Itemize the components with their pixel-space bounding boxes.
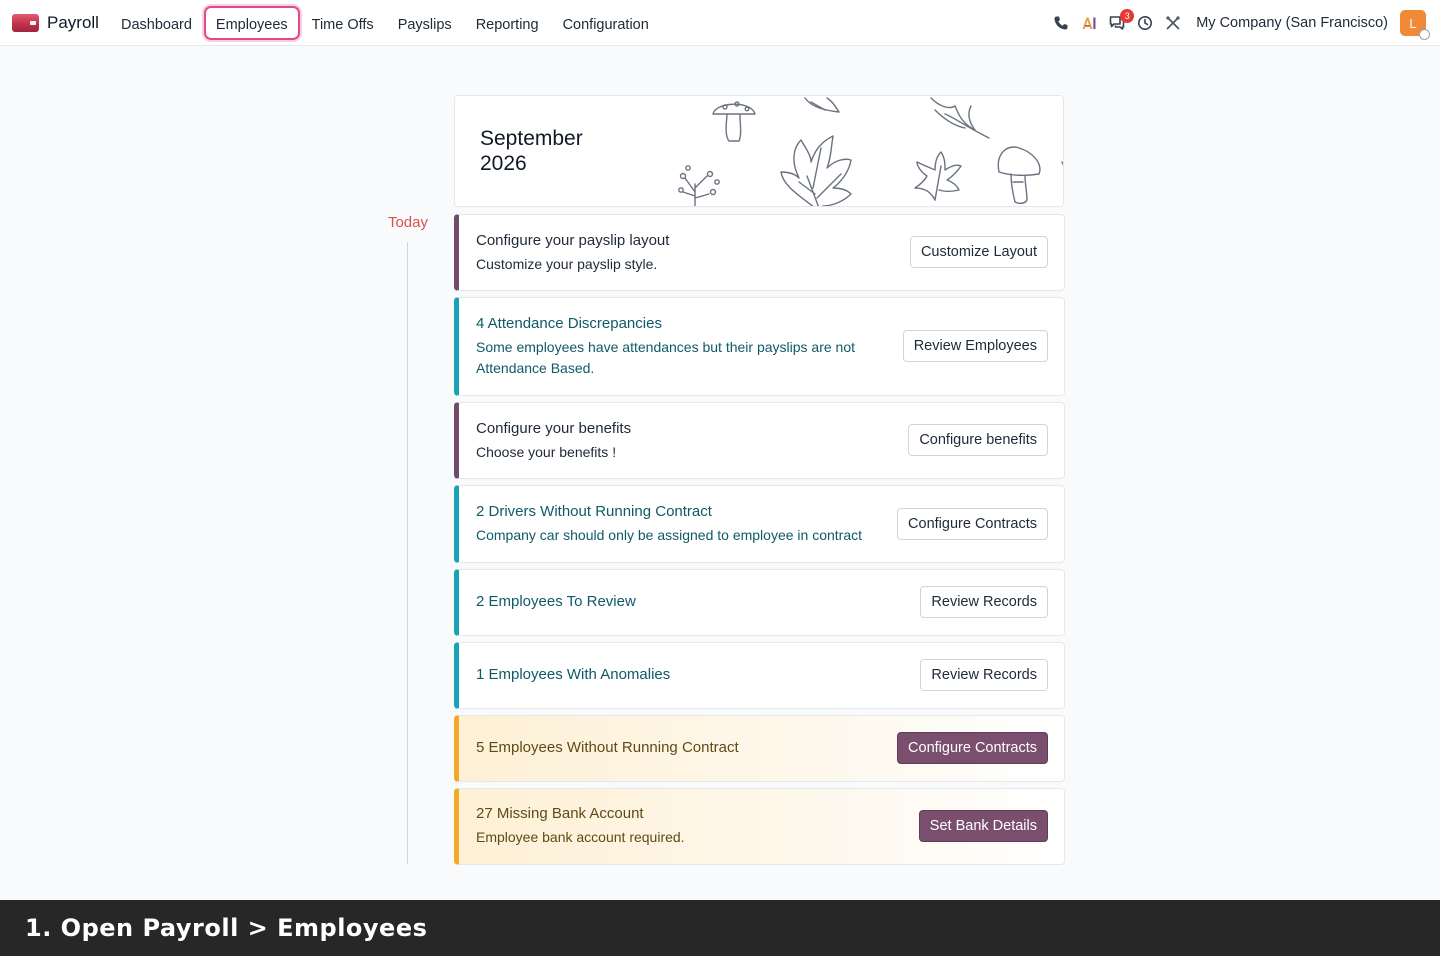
step-text: 27 Missing Bank Account Employee bank ac… — [476, 805, 874, 848]
presence-status-icon — [1419, 29, 1430, 40]
onboarding-step-benefits: Configure your benefits Choose your bene… — [454, 402, 1065, 479]
menu-time-offs[interactable]: Time Offs — [300, 6, 386, 40]
chat-icon[interactable]: 3 — [1104, 9, 1135, 36]
configure-contracts-button[interactable]: Configure Contracts — [897, 732, 1048, 764]
user-avatar[interactable]: L — [1400, 10, 1430, 40]
main-menu: Dashboard Employees Time Offs Payslips R… — [109, 5, 661, 40]
year: 2026 — [480, 152, 527, 175]
tools-icon[interactable] — [1160, 10, 1186, 36]
onboarding-step-attendance-discrepancies: 4 Attendance Discrepancies Some employee… — [454, 297, 1065, 396]
app-brand[interactable]: Payroll — [12, 13, 99, 33]
avatar-initial: L — [1409, 15, 1417, 31]
menu-reporting[interactable]: Reporting — [464, 6, 551, 40]
onboarding-step-payslip-layout: Configure your payslip layout Customize … — [454, 214, 1065, 291]
step-description: Company car should only be assigned to e… — [476, 527, 862, 543]
today-label: Today — [387, 214, 428, 231]
payroll-app-icon — [12, 13, 39, 32]
review-records-button[interactable]: Review Records — [920, 586, 1048, 618]
step-text: 2 Employees To Review — [476, 593, 874, 611]
systray: 3 My Company (San Francisco) L — [1046, 0, 1430, 46]
app-name: Payroll — [47, 12, 99, 32]
step-text: 4 Attendance Discrepancies Some employee… — [476, 315, 874, 379]
step-title: 2 Drivers Without Running Contract — [476, 503, 712, 520]
month-name: September — [480, 127, 583, 150]
step-title: 4 Attendance Discrepancies — [476, 315, 662, 332]
step-description: Customize your payslip style. — [476, 256, 658, 272]
onboarding-step-drivers-contract: 2 Drivers Without Running Contract Compa… — [454, 485, 1065, 563]
step-text: 2 Drivers Without Running Contract Compa… — [476, 503, 874, 546]
timeline-line — [407, 242, 408, 864]
menu-dashboard[interactable]: Dashboard — [109, 6, 204, 40]
customize-layout-button[interactable]: Customize Layout — [909, 236, 1048, 268]
company-switcher[interactable]: My Company (San Francisco) — [1196, 15, 1388, 31]
step-title: 1 Employees With Anomalies — [476, 666, 671, 683]
configure-contracts-button[interactable]: Configure Contracts — [897, 508, 1048, 540]
menu-configuration[interactable]: Configuration — [551, 6, 661, 40]
step-text: 5 Employees Without Running Contract — [476, 739, 874, 757]
menu-payslips[interactable]: Payslips — [386, 6, 464, 40]
step-title: 5 Employees Without Running Contract — [476, 739, 739, 756]
review-employees-button[interactable]: Review Employees — [902, 330, 1048, 362]
ai-icon[interactable] — [1076, 10, 1102, 36]
step-description: Choose your benefits ! — [476, 444, 617, 460]
review-records-button[interactable]: Review Records — [920, 659, 1048, 691]
onboarding-step-employees-anomalies: 1 Employees With Anomalies Review Record… — [454, 642, 1065, 709]
tutorial-caption-bar: 1. Open Payroll > Employees — [0, 900, 1440, 956]
month-header-card: September 2026 — [454, 95, 1064, 207]
calendar-month-title: September 2026 — [480, 126, 583, 176]
clock-icon[interactable] — [1132, 10, 1158, 36]
phone-icon[interactable] — [1048, 10, 1074, 36]
step-title: Configure your benefits — [476, 420, 632, 437]
step-text: Configure your benefits Choose your bene… — [476, 420, 874, 463]
step-title: 27 Missing Bank Account — [476, 805, 644, 822]
set-bank-details-button[interactable]: Set Bank Details — [918, 810, 1048, 842]
onboarding-step-missing-bank-account: 27 Missing Bank Account Employee bank ac… — [454, 788, 1065, 865]
step-description: Employee bank account required. — [476, 829, 685, 845]
step-description: Some employees have attendances but thei… — [476, 339, 856, 376]
top-navbar: Payroll Dashboard Employees Time Offs Pa… — [0, 0, 1440, 46]
onboarding-step-employees-without-contract: 5 Employees Without Running Contract Con… — [454, 715, 1065, 782]
configure-benefits-button[interactable]: Configure benefits — [908, 424, 1048, 456]
step-text: 1 Employees With Anomalies — [476, 666, 874, 684]
step-title: Configure your payslip layout — [476, 232, 670, 249]
step-title: 2 Employees To Review — [476, 593, 636, 610]
menu-employees[interactable]: Employees — [203, 5, 300, 40]
step-text: Configure your payslip layout Customize … — [476, 232, 874, 275]
onboarding-step-employees-to-review: 2 Employees To Review Review Records — [454, 569, 1065, 636]
tutorial-caption: 1. Open Payroll > Employees — [25, 914, 428, 942]
